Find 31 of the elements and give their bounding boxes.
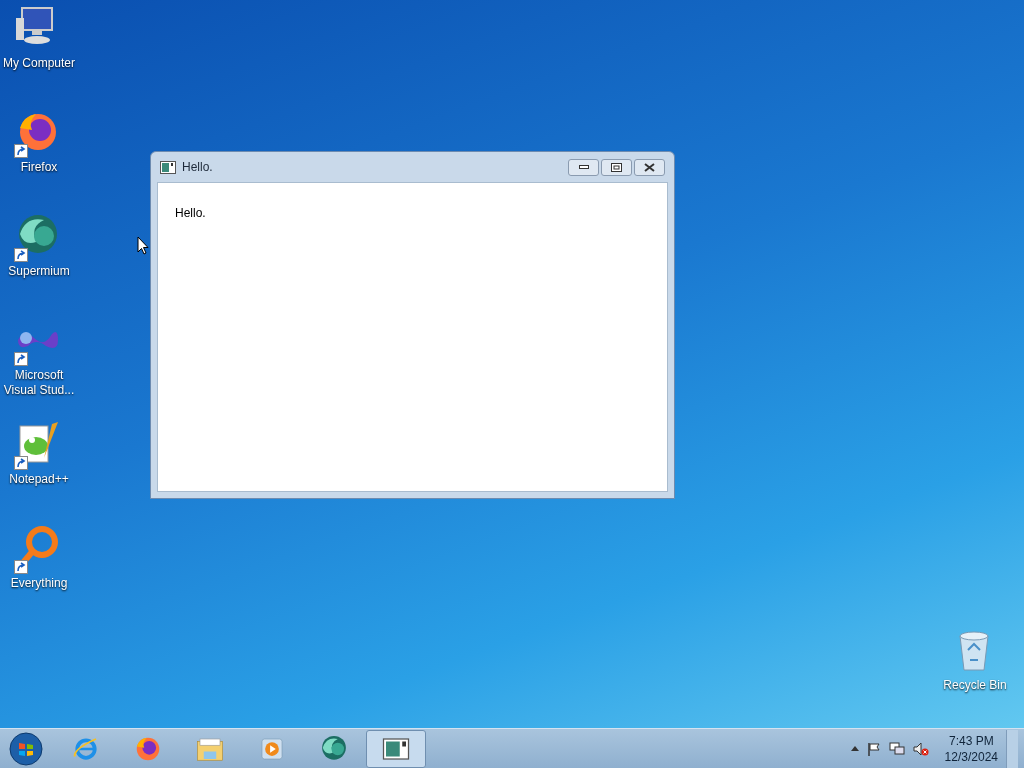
minimize-icon	[578, 165, 589, 169]
body-text: Hello.	[175, 206, 206, 220]
desktop-shortcut[interactable]: Microsoft Visual Stud...	[0, 316, 78, 398]
shortcut-label: My Computer	[3, 56, 75, 71]
mouse-cursor-icon	[137, 236, 149, 255]
desktop-shortcut[interactable]: Notepad++	[0, 420, 78, 487]
close-button[interactable]	[634, 158, 665, 176]
minimize-button[interactable]	[568, 158, 599, 176]
shortcut-label: Microsoft Visual Stud...	[2, 368, 76, 398]
shortcut-label: Everything	[10, 576, 68, 591]
window-app-icon	[160, 160, 176, 174]
start-button[interactable]	[6, 729, 46, 768]
speaker-muted-icon[interactable]	[912, 741, 929, 756]
clock-time[interactable]: 7:43 PM	[948, 732, 994, 749]
shortcut-label: Recycle Bin	[943, 678, 1007, 693]
desktop-shortcut[interactable]: Supermium	[0, 212, 78, 279]
desktop-shortcut[interactable]: Firefox	[0, 108, 78, 175]
desktop-shortcut[interactable]: My Computer	[0, 4, 78, 71]
clock-date[interactable]: 12/3/2024	[944, 748, 998, 765]
maximize-button[interactable]	[601, 158, 632, 176]
close-icon	[644, 162, 655, 172]
maximize-icon	[611, 162, 622, 172]
taskbar-button[interactable]	[366, 729, 426, 768]
shortcut-label: Firefox	[20, 160, 58, 175]
window-title: Hello.	[182, 159, 213, 176]
flag-icon[interactable]	[866, 741, 881, 756]
shortcut-label: Notepad++	[9, 472, 69, 487]
show-hidden-icons-icon[interactable]	[850, 746, 859, 751]
shortcut-label: Supermium	[8, 264, 70, 279]
network-icon[interactable]	[888, 741, 905, 756]
desktop-shortcut[interactable]: Everything	[0, 524, 78, 591]
